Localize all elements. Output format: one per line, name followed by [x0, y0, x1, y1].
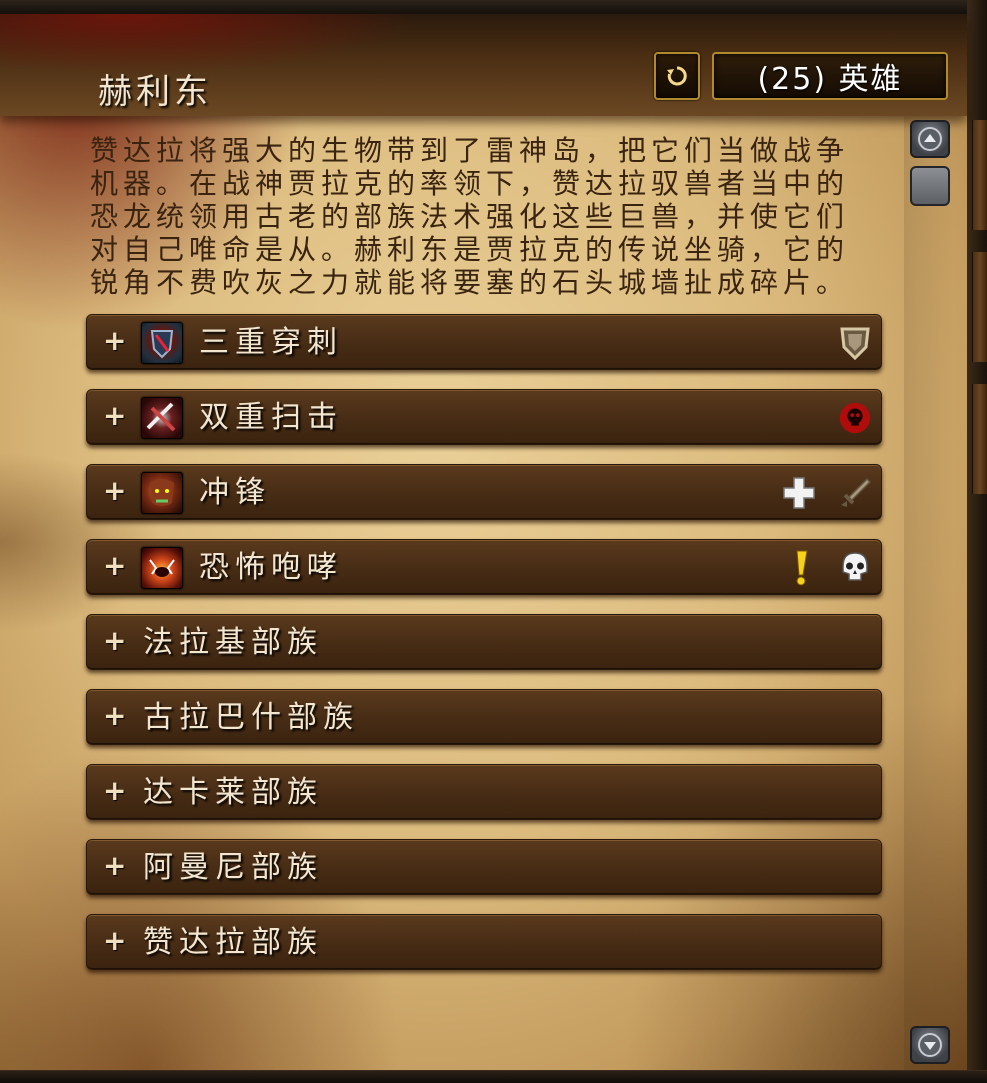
- frame-right-border: [967, 0, 987, 1083]
- section-triple-puncture[interactable]: + 三重穿刺: [86, 314, 882, 370]
- expand-icon: +: [103, 624, 127, 657]
- side-tab[interactable]: [972, 252, 987, 362]
- important-exclamation-icon: [783, 550, 819, 586]
- difficulty-label: (25) 英雄: [757, 62, 903, 97]
- frame-bottom-border: [0, 1070, 987, 1083]
- scroll-up-icon: [918, 127, 942, 151]
- section-label: 法拉基部族: [143, 625, 323, 660]
- section-gurubashi-tribe[interactable]: + 古拉巴什部族: [86, 689, 882, 745]
- crossed-blades: [146, 402, 176, 432]
- boss-description: 赞达拉将强大的生物带到了雷神岛，把它们当做战争机器。在战神贾拉克的率领下，赞达拉…: [90, 134, 850, 299]
- expand-icon: +: [103, 699, 127, 732]
- section-label: 赞达拉部族: [143, 925, 323, 960]
- shield-emblem: [150, 330, 174, 359]
- section-farraki-tribe[interactable]: + 法拉基部族: [86, 614, 882, 670]
- expand-icon: +: [103, 549, 127, 582]
- expand-icon: +: [103, 474, 127, 507]
- section-label: 三重穿刺: [199, 325, 343, 360]
- section-amani-tribe[interactable]: + 阿曼尼部族: [86, 839, 882, 895]
- boss-title: 赫利东: [98, 72, 212, 112]
- lethal-skull-icon: [837, 550, 873, 586]
- double-swipe-ability-icon: [141, 397, 183, 439]
- healer-cross-icon: [781, 475, 817, 511]
- tank-shield-icon: [837, 325, 873, 361]
- scrollbar-thumb[interactable]: [910, 166, 950, 206]
- side-tab[interactable]: [972, 384, 987, 494]
- section-drakkari-tribe[interactable]: + 达卡莱部族: [86, 764, 882, 820]
- side-tab[interactable]: [972, 120, 987, 230]
- scroll-up-button[interactable]: [910, 120, 950, 158]
- expand-icon: +: [103, 924, 127, 957]
- section-label: 达卡莱部族: [143, 775, 323, 810]
- expand-icon: +: [103, 849, 127, 882]
- expand-icon: +: [103, 399, 127, 432]
- beast-head: [150, 479, 174, 506]
- section-label: 恐怖咆哮: [199, 550, 343, 585]
- charge-ability-icon: [141, 472, 183, 514]
- section-label: 古拉巴什部族: [143, 700, 359, 735]
- section-charge[interactable]: + 冲锋: [86, 464, 882, 520]
- triple-puncture-ability-icon: [141, 322, 183, 364]
- dps-sword-icon: [837, 475, 873, 511]
- expand-icon: +: [103, 774, 127, 807]
- expand-icon: +: [103, 324, 127, 357]
- reset-button[interactable]: [654, 52, 700, 100]
- frame-top-border: [0, 0, 987, 15]
- scroll-down-button[interactable]: [910, 1026, 950, 1064]
- section-terrifying-roar[interactable]: + 恐怖咆哮: [86, 539, 882, 595]
- difficulty-dropdown[interactable]: (25) 英雄: [712, 52, 948, 100]
- scrollbar-track[interactable]: [904, 116, 954, 1071]
- journal-frame: 赫利东 (25) 英雄 赞达拉将强大的生物带到了雷神岛，把它们当做战争机器。在战…: [0, 0, 987, 1083]
- undo-icon: [667, 66, 687, 86]
- terrifying-roar-ability-icon: [141, 547, 183, 589]
- deadly-skull-icon: [837, 400, 873, 436]
- section-label: 双重扫击: [199, 400, 343, 435]
- section-zandalari-tribe[interactable]: + 赞达拉部族: [86, 914, 882, 970]
- roaring-maw: [149, 559, 175, 577]
- scroll-down-icon: [918, 1033, 942, 1057]
- section-label: 冲锋: [199, 475, 271, 510]
- section-double-swipe[interactable]: + 双重扫击: [86, 389, 882, 445]
- section-label: 阿曼尼部族: [143, 850, 323, 885]
